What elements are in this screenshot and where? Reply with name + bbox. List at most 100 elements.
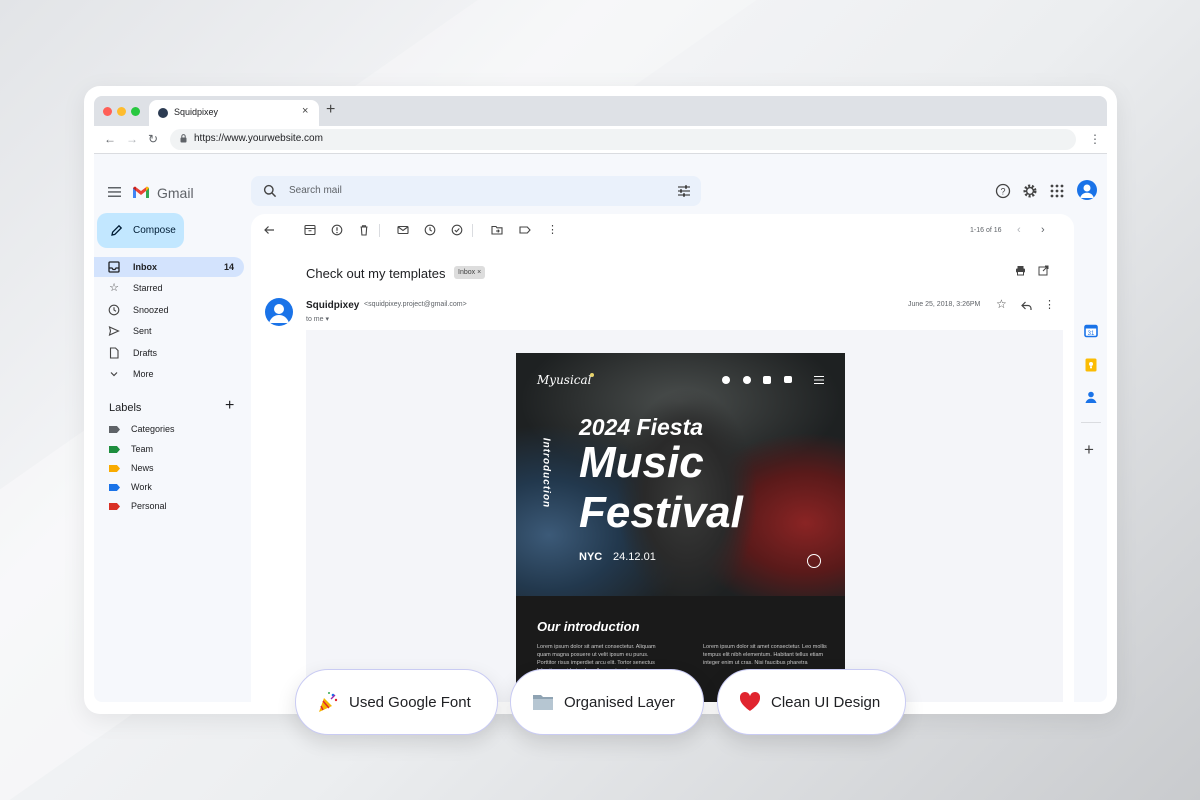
- scroll-down-icon: [807, 554, 821, 568]
- forward-button[interactable]: →: [126, 131, 138, 147]
- gmail-logo-icon: [133, 186, 149, 198]
- add-label-button[interactable]: +: [225, 397, 234, 415]
- person-icon: [269, 304, 289, 323]
- help-icon[interactable]: ?: [995, 183, 1011, 199]
- sidebar-item-drafts[interactable]: Drafts: [94, 343, 244, 363]
- label-name: Team: [131, 444, 154, 454]
- email-more-icon[interactable]: ⋮: [1044, 298, 1055, 311]
- newer-button[interactable]: ‹: [1017, 224, 1021, 236]
- star-icon[interactable]: ☆: [996, 297, 1007, 311]
- gmail-brand: Gmail: [157, 185, 194, 201]
- compose-button[interactable]: Compose: [97, 213, 184, 248]
- add-task-icon[interactable]: [451, 224, 463, 236]
- sender-name: Squidpixey: [306, 300, 360, 311]
- sidebar-item-starred[interactable]: ☆ Starred: [94, 278, 244, 298]
- feature-label: Used Google Font: [349, 694, 471, 711]
- compose-label: Compose: [133, 225, 176, 236]
- sender-avatar[interactable]: [265, 298, 293, 326]
- sidebar-item-label: Sent: [133, 326, 152, 336]
- minimize-window-dot[interactable]: [117, 107, 126, 116]
- label-tag-icon: [109, 503, 120, 510]
- close-window-dot[interactable]: [103, 107, 112, 116]
- archive-icon[interactable]: [304, 224, 316, 236]
- delete-icon[interactable]: [358, 224, 370, 236]
- poster-headline-year: 2024 Fiesta: [579, 414, 704, 440]
- unread-count: 14: [223, 262, 234, 272]
- menu-icon[interactable]: [108, 187, 121, 197]
- url-input[interactable]: https://www.yourwebsite.com: [170, 129, 1076, 150]
- reply-icon[interactable]: [1021, 300, 1032, 311]
- screenshot-frame: Squidpixey × + ← → ↻ https://www.yourweb…: [84, 86, 1117, 714]
- inbox-label-chip[interactable]: Inbox ×: [454, 266, 486, 279]
- sidebar-item-snoozed[interactable]: Snoozed: [94, 300, 244, 320]
- older-button[interactable]: ›: [1041, 224, 1045, 236]
- open-new-window-icon[interactable]: [1038, 265, 1049, 276]
- search-options-icon[interactable]: [677, 184, 691, 198]
- poster-headline-music: Music: [579, 438, 704, 487]
- poster-date: 24.12.01: [613, 551, 656, 563]
- party-popper-icon: [319, 692, 338, 712]
- get-addons-button[interactable]: +: [1084, 440, 1094, 460]
- email-subject: Check out my templates: [306, 266, 446, 281]
- recipient-text: to me: [306, 316, 324, 323]
- draft-icon: [109, 347, 119, 359]
- more-actions-icon[interactable]: ⋮: [547, 223, 558, 236]
- email-date: June 25, 2018, 3:26PM: [908, 301, 981, 308]
- poster-section-title: Our introduction: [537, 619, 640, 634]
- browser-menu-icon[interactable]: ⋮: [1089, 132, 1101, 146]
- address-bar: ← → ↻ https://www.yourwebsite.com ⋮: [94, 126, 1107, 154]
- tab-title: Squidpixey: [174, 107, 219, 117]
- back-arrow-icon[interactable]: [263, 224, 275, 236]
- heart-icon: [739, 692, 761, 711]
- apps-grid-icon[interactable]: [1049, 183, 1065, 199]
- label-icon[interactable]: [519, 224, 531, 236]
- toolbar-divider: [379, 224, 380, 237]
- sidebar-item-sent[interactable]: Sent: [94, 321, 244, 341]
- settings-gear-icon[interactable]: [1022, 183, 1038, 199]
- gmail-app: Gmail Search mail ? Compose Inbox 14 ☆ S…: [94, 160, 1107, 702]
- print-icon[interactable]: [1015, 265, 1026, 276]
- svg-text:?: ?: [1000, 186, 1005, 196]
- browser-window: Squidpixey × + ← → ↻ https://www.yourweb…: [94, 96, 1107, 702]
- search-input[interactable]: Search mail: [251, 176, 701, 206]
- mark-unread-icon[interactable]: [397, 224, 409, 236]
- search-icon[interactable]: [263, 184, 277, 198]
- sidebar-item-label: More: [133, 369, 154, 379]
- browser-tab[interactable]: Squidpixey ×: [149, 100, 319, 126]
- label-tag-icon: [109, 426, 120, 433]
- tab-close-button[interactable]: ×: [302, 105, 308, 117]
- calendar-icon[interactable]: 31: [1084, 324, 1098, 338]
- feature-label: Organised Layer: [564, 694, 675, 711]
- toolbar-divider: [472, 224, 473, 237]
- sidebar-item-label: Inbox: [133, 262, 157, 272]
- recipient-details[interactable]: to me ▾: [306, 315, 329, 323]
- person-icon: [1080, 184, 1094, 198]
- account-avatar[interactable]: [1077, 180, 1097, 200]
- feature-pill-clean-ui: Clean UI Design: [717, 669, 906, 735]
- label-name: Categories: [131, 424, 175, 434]
- keep-icon[interactable]: [1084, 358, 1098, 372]
- pagination-text: 1-16 of 16: [970, 227, 1002, 234]
- sidebar-item-label: Drafts: [133, 348, 158, 358]
- report-spam-icon[interactable]: [331, 224, 343, 236]
- new-tab-button[interactable]: +: [326, 101, 335, 119]
- facebook-icon: [743, 376, 751, 384]
- snooze-icon[interactable]: [424, 224, 436, 236]
- maximize-window-dot[interactable]: [131, 107, 140, 116]
- feature-label: Clean UI Design: [771, 694, 881, 711]
- label-name: News: [131, 463, 154, 473]
- pencil-icon: [111, 224, 123, 236]
- label-tag-icon: [109, 446, 120, 453]
- sidebar-item-label: Starred: [133, 283, 163, 293]
- contacts-icon[interactable]: [1084, 390, 1098, 404]
- sender-email: <squidpixey.project@gmail.com>: [364, 301, 467, 308]
- back-button[interactable]: ←: [104, 131, 116, 147]
- email-body: Myusical Introduction 2024 Fiesta Music …: [306, 330, 1063, 702]
- sidebar-item-label: Snoozed: [133, 305, 169, 315]
- sidebar-item-inbox[interactable]: Inbox 14: [94, 257, 244, 277]
- url-text: https://www.yourwebsite.com: [194, 133, 323, 144]
- reload-button[interactable]: ↻: [148, 131, 158, 147]
- label-name: Personal: [131, 501, 167, 511]
- sidebar-item-more[interactable]: More: [94, 364, 244, 384]
- move-to-icon[interactable]: [491, 224, 503, 236]
